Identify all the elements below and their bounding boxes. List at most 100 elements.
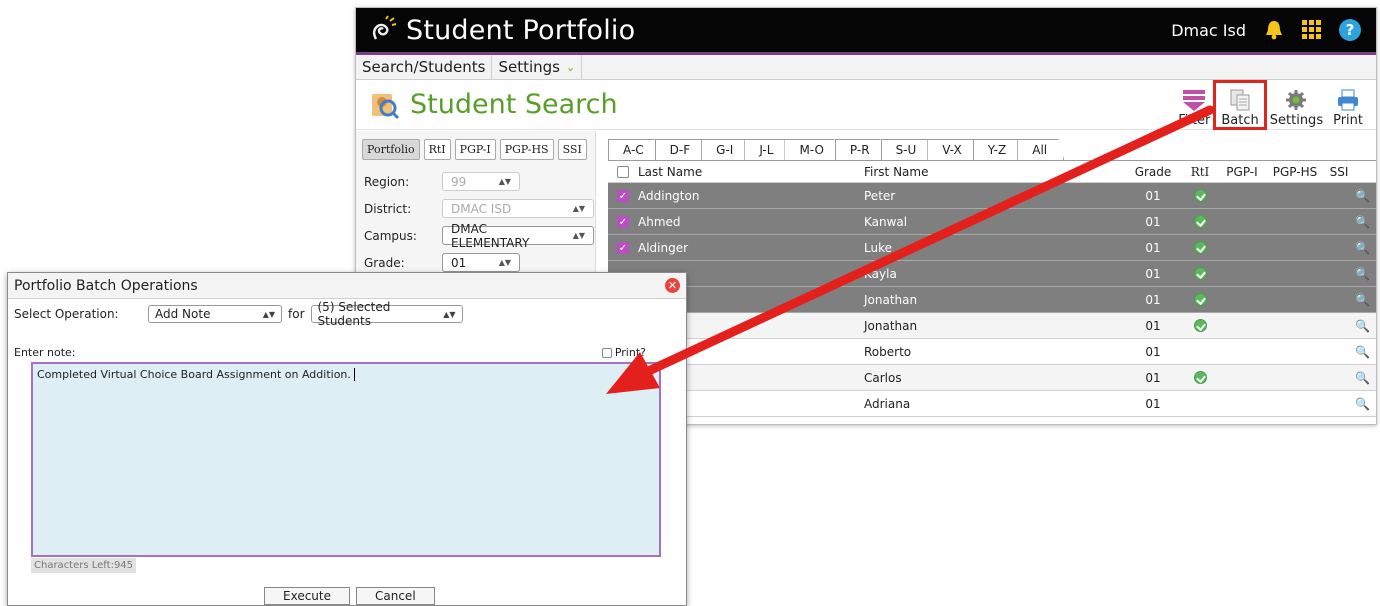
dialog-header: Portfolio Batch Operations ✕ [8,273,686,299]
enter-note-label: Enter note: [14,346,76,359]
select-all-checkbox[interactable] [617,165,629,178]
settings-button[interactable]: Settings [1265,84,1328,128]
grade-select[interactable]: 01 ▲▼ [442,253,520,272]
table-row[interactable]: ✓ Addington Peter 01 🔍 [608,183,1376,209]
magnifier-icon[interactable]: 🔍 [1355,215,1370,229]
check-circle-icon [1193,371,1207,384]
table-row[interactable]: ✓ Aldinger Luke 01 🔍 [608,235,1376,261]
chevron-down-icon: ⌄ [565,60,576,74]
tab-s-u[interactable]: S-U [880,139,934,160]
region-row: Region: 99 ▲▼ [364,172,595,191]
for-label: for [288,307,305,321]
magnifier-icon[interactable]: 🔍 [1355,345,1370,359]
page-title: Student Search [410,89,618,120]
tab-y-z[interactable]: Y-Z [972,139,1024,160]
execute-button[interactable]: Execute [264,587,350,605]
col-rti: RtI [1190,164,1210,179]
help-icon[interactable]: ? [1338,18,1362,42]
campus-select[interactable]: DMAC ELEMENTARY ▲▼ [442,222,594,250]
tab-ssi[interactable]: SSI [557,139,587,160]
tab-d-f[interactable]: D-F [654,139,708,160]
tab-all[interactable]: All [1017,139,1065,160]
check-circle-icon [1193,293,1207,306]
filter-button[interactable]: Filter [1173,84,1215,128]
cancel-button[interactable]: Cancel [356,587,435,605]
check-circle-icon [1193,241,1207,254]
district-row: District: DMAC ISD ▲▼ [364,199,595,218]
magnifier-icon[interactable]: 🔍 [1355,319,1370,333]
gear-icon [1286,90,1307,110]
dialog-title: Portfolio Batch Operations [14,277,198,294]
menu-search-students[interactable]: Search/Students [356,55,493,79]
note-textarea[interactable]: Completed Virtual Choice Board Assignmen… [31,362,661,557]
col-grade[interactable]: Grade [1124,165,1182,179]
page-header: Student Search Filter Batch Settings Pri… [356,80,1376,130]
characters-left: Characters Left:945 [31,558,137,573]
menu-settings[interactable]: Settings ⌄ [492,55,583,79]
toolbar: Filter Batch Settings Print [1173,80,1368,130]
table-row[interactable]: ✓ Ahmed Kanwal 01 🔍 [608,209,1376,235]
tab-v-x[interactable]: V-X [927,139,979,160]
row-checkbox[interactable]: ✓ [617,189,629,202]
print-button[interactable]: Print [1328,84,1368,128]
target-select[interactable]: (5) Selected Students ▲▼ [310,300,463,328]
col-first-name[interactable]: First Name [864,165,1124,179]
alpha-tabs: A-C D-F G-I J-L M-O P-R S-U V-X Y-Z All [608,139,1065,160]
campus-label: Campus: [364,228,417,243]
campus-row: Campus: DMAC ELEMENTARY ▲▼ [364,222,595,250]
region-select: 99 ▲▼ [442,172,520,191]
col-pgp-hs: PGP-HS [1272,164,1318,179]
magnifier-icon[interactable]: 🔍 [1355,267,1370,281]
batch-documents-icon [1230,89,1250,111]
bell-icon[interactable] [1262,18,1286,42]
col-ssi: SSI [1329,164,1349,179]
logo-icon [372,15,397,40]
select-operation-label: Select Operation: [14,307,119,321]
magnifier-icon[interactable]: 🔍 [1355,397,1370,411]
svg-text:?: ? [1346,21,1355,39]
note-row: Enter note: Print? [14,346,646,359]
operation-select[interactable]: Add Note ▲▼ [148,305,282,323]
user-name[interactable]: Dmac Isd [1171,21,1246,40]
table-row[interactable]: Carlos 01 🔍 [608,365,1376,391]
batch-button[interactable]: Batch [1213,80,1267,130]
region-label: Region: [364,174,410,189]
magnifier-icon[interactable]: 🔍 [1355,293,1370,307]
row-checkbox[interactable]: ✓ [617,241,629,254]
tab-portfolio[interactable]: Portfolio [362,139,420,160]
check-circle-icon [1193,189,1207,202]
tab-pgp-hs[interactable]: PGP-HS [499,139,554,160]
row-checkbox[interactable]: ✓ [617,215,629,228]
apps-grid-icon[interactable] [1300,18,1324,42]
print-checkbox[interactable] [601,347,612,358]
grade-row: Grade: 01 ▲▼ [364,253,595,272]
tab-a-c[interactable]: A-C [608,139,661,160]
tab-g-i[interactable]: G-I [701,139,751,160]
app-title: Student Portfolio [406,14,636,46]
col-last-name[interactable]: Last Name [638,165,864,179]
tab-rti[interactable]: RtI [423,139,451,160]
check-circle-icon [1193,267,1207,280]
grade-label: Grade: [364,255,405,270]
tab-m-o[interactable]: M-O [784,139,841,160]
table-row[interactable]: Kayla 01 🔍 [608,261,1376,287]
print-label: Print? [614,346,646,359]
printer-icon [1338,89,1359,111]
check-circle-icon [1193,215,1207,228]
tab-j-l[interactable]: J-L [744,139,791,160]
table-header: Last Name First Name Grade RtI PGP-I PGP… [608,161,1376,183]
table-row[interactable]: Roberto 01 🔍 [608,339,1376,365]
col-pgp-i: PGP-I [1226,164,1258,179]
table-row[interactable]: Jonathan 01 🔍 [608,287,1376,313]
tab-pgp-i[interactable]: PGP-I [454,139,496,160]
student-search-icon [372,93,400,119]
magnifier-icon[interactable]: 🔍 [1355,189,1370,203]
table-row[interactable]: Jonathan 01 🔍 [608,313,1376,339]
magnifier-icon[interactable]: 🔍 [1355,241,1370,255]
table-row[interactable]: Adriana 01 🔍 [608,391,1376,417]
close-icon[interactable]: ✕ [665,278,680,293]
print-option: Print? [601,346,646,359]
tab-p-r[interactable]: P-R [834,139,887,160]
district-label: District: [364,201,412,216]
magnifier-icon[interactable]: 🔍 [1355,371,1370,385]
